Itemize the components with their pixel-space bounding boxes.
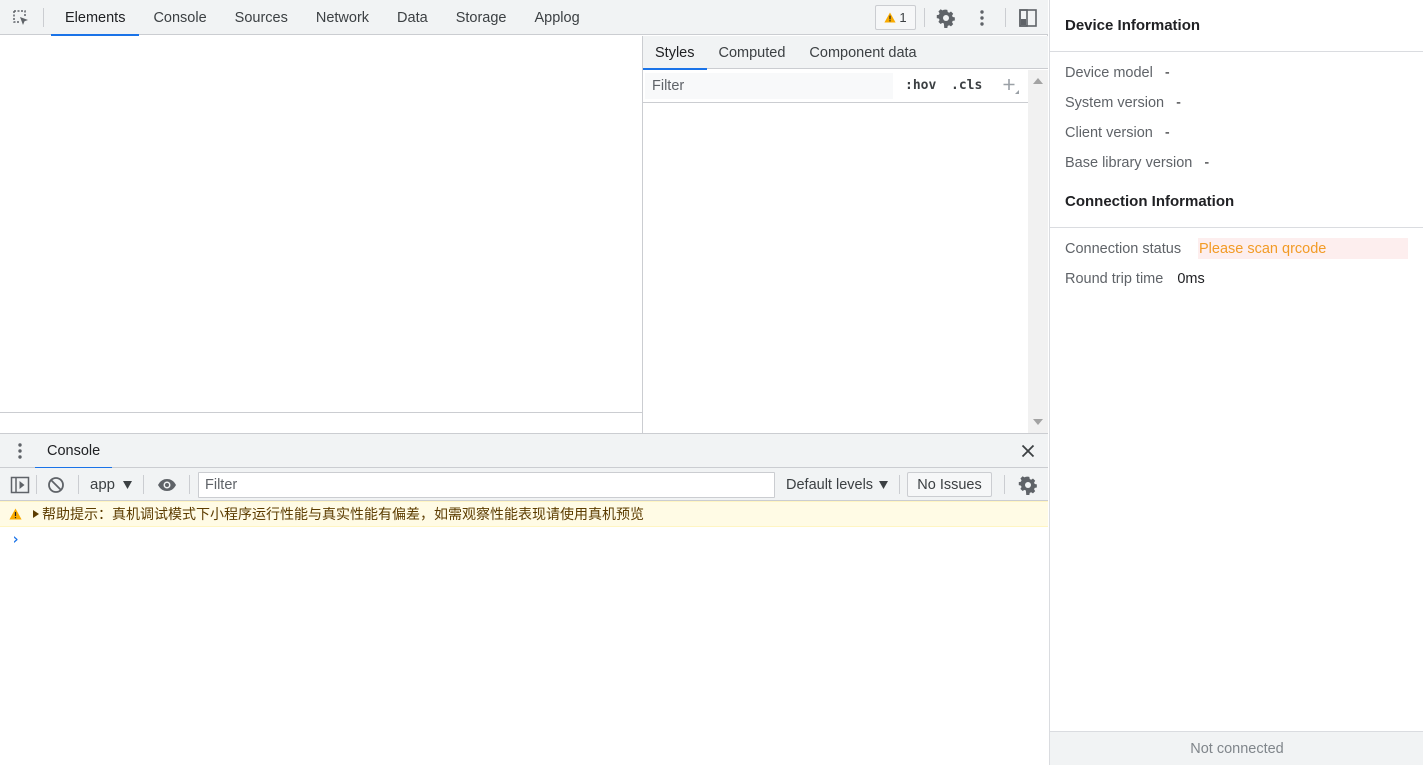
elements-tree-pane[interactable] [0,36,642,433]
console-drawer: Console app Filter Default levels No Iss… [0,433,1048,765]
connection-status-value: Please scan qrcode [1198,238,1408,259]
eye-icon[interactable] [152,468,182,501]
triangle-down-icon [123,480,133,489]
warning-icon [884,12,896,23]
scroll-down-arrow-icon[interactable] [1033,419,1043,425]
device-model-label: Device model [1065,65,1153,81]
tab-sources[interactable]: Sources [221,0,302,35]
breadcrumb-divider [0,412,642,413]
toolbar-divider [143,475,144,494]
gear-icon[interactable] [1014,468,1042,501]
drawer-tabbar: Console [0,434,1048,469]
styles-scrollbar[interactable] [1028,70,1048,433]
tab-elements[interactable]: Elements [51,0,140,36]
toolbar-divider [899,475,900,494]
styles-filter-input[interactable] [645,73,893,99]
system-version-label: System version [1065,95,1165,111]
base-library-version-value: - [1204,155,1210,171]
gear-icon[interactable] [931,0,961,35]
tab-computed[interactable]: Computed [707,36,798,69]
context-label: app [90,476,116,493]
toolbar-divider [1004,475,1005,494]
tab-network[interactable]: Network [302,0,383,35]
console-warning-text: 帮助提示：真机调试模式下小程序运行性能与真实性能有偏差，如需观察性能表现请使用真… [42,507,644,523]
round-trip-time-label: Round trip time [1065,271,1164,287]
tab-applog[interactable]: Applog [520,0,593,35]
console-messages: 帮助提示：真机调试模式下小程序运行性能与真实性能有偏差，如需观察性能表现请使用真… [0,501,1048,765]
toolbar-divider [43,8,44,27]
tab-storage[interactable]: Storage [442,0,521,35]
issues-button[interactable]: No Issues [907,472,992,497]
class-toggle-button[interactable]: .cls [951,78,982,93]
log-levels-label: Default levels [786,476,874,493]
prompt-chevron-icon: › [11,530,21,548]
kebab-menu-icon[interactable] [968,0,996,35]
plus-icon[interactable] [999,73,1023,99]
base-library-version-row: Base library version - [1065,152,1209,174]
kebab-menu-icon[interactable] [8,440,32,462]
main-toolbar: Elements Console Sources Network Data St… [0,0,1048,36]
connection-status-row: Connection status [1065,238,1181,260]
client-version-value: - [1164,125,1170,141]
connection-information-heading: Connection Information [1050,176,1423,228]
clear-console-icon[interactable] [42,468,70,501]
log-levels-dropdown[interactable]: Default levels [786,468,889,501]
console-filter-input[interactable] [198,472,775,498]
triangle-down-icon [879,480,889,489]
system-version-value: - [1176,95,1181,111]
main-tabs: Elements Console Sources Network Data St… [51,0,594,36]
dock-side-icon[interactable] [1013,0,1043,35]
client-version-row: Client version - [1065,122,1170,144]
round-trip-time-row: Round trip time 0ms [1065,268,1205,290]
inspect-element-icon[interactable] [6,0,36,35]
styles-pane: Styles Computed Component data :hov .cls [642,36,1048,433]
styles-filter-row: :hov .cls [643,70,1028,103]
drawer-tab-console[interactable]: Console [35,434,113,469]
connection-status-label: Connection status [1065,241,1182,257]
tab-component-data[interactable]: Component data [797,36,928,69]
warnings-counter-button[interactable]: 1 [875,5,916,30]
tab-data[interactable]: Data [383,0,442,35]
round-trip-time-value: 0ms [1177,271,1205,287]
device-information-heading: Device Information [1050,0,1423,52]
console-warning-message[interactable]: 帮助提示：真机调试模式下小程序运行性能与真实性能有偏差，如需观察性能表现请使用真… [0,501,1048,527]
scroll-up-arrow-icon[interactable] [1033,78,1043,84]
client-version-label: Client version [1065,125,1153,141]
toolbar-divider [1005,8,1006,27]
toolbar-divider [924,8,925,27]
devtools-main: Elements Console Sources Network Data St… [0,0,1048,765]
hover-state-toggle-button[interactable]: :hov [905,78,936,93]
toolbar-divider [189,475,190,494]
base-library-version-label: Base library version [1065,155,1193,171]
warning-icon [8,507,22,521]
toolbar-divider [78,475,79,494]
toolbar-divider [36,475,37,494]
connection-status-bar: Not connected [1050,731,1423,765]
context-selector[interactable]: app [90,468,133,501]
console-prompt[interactable]: › [0,528,1048,550]
device-model-value: - [1164,65,1170,81]
styles-tabbar: Styles Computed Component data [643,36,1048,70]
expand-arrow-icon[interactable] [33,510,39,518]
device-info-panel: Device Information Device model - System… [1049,0,1423,765]
system-version-row: System version - [1065,92,1181,114]
console-toolbar: app Default levels [0,468,1048,501]
tab-styles[interactable]: Styles [643,36,707,70]
sidebar-toggle-icon[interactable] [6,468,34,501]
tab-console[interactable]: Console [139,0,220,35]
close-icon[interactable] [1016,439,1040,463]
device-model-row: Device model - [1065,62,1170,84]
warning-count: 1 [899,10,907,25]
